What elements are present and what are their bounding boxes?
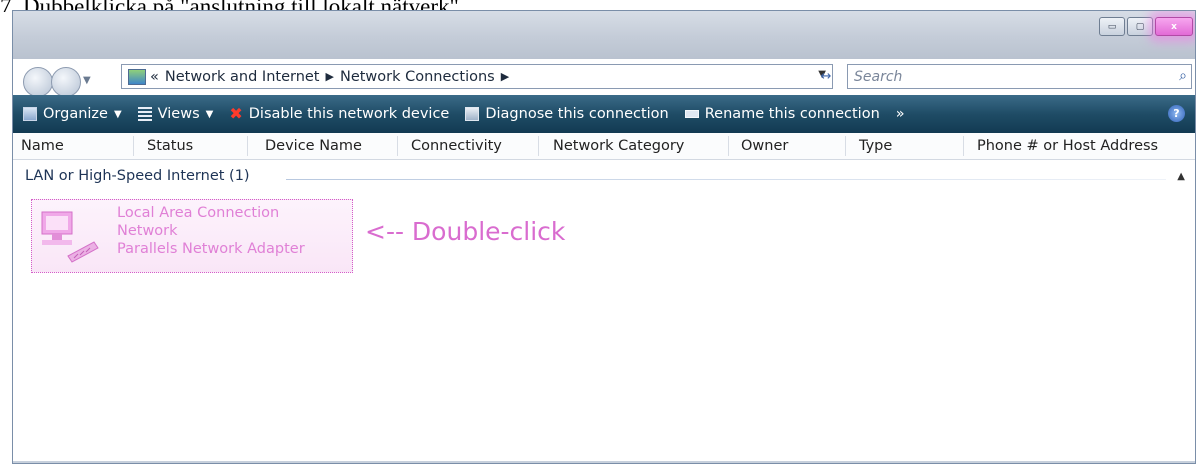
address-bar[interactable]: « Network and Internet ▶ Network Connect…: [121, 64, 833, 89]
local-area-connection-item[interactable]: Local Area Connection Network Parallels …: [31, 199, 353, 273]
connection-device: Parallels Network Adapter: [117, 241, 305, 257]
column-divider[interactable]: [728, 136, 729, 156]
refresh-button[interactable]: ↔: [813, 64, 839, 89]
window-controls: ▭ ▢ x: [1097, 17, 1193, 36]
views-label: Views: [157, 106, 200, 122]
rename-button[interactable]: Rename this connection: [684, 106, 880, 122]
breadcrumb-network-and-internet[interactable]: Network and Internet: [165, 69, 320, 85]
diagnose-label: Diagnose this connection: [485, 106, 669, 122]
search-input[interactable]: Search ⌕: [847, 64, 1192, 89]
network-folder-icon: [128, 68, 146, 85]
double-click-annotation: <-- Double-click: [365, 217, 566, 246]
search-placeholder: Search: [854, 68, 903, 85]
maximize-button[interactable]: ▢: [1127, 17, 1153, 36]
connection-details: Local Area Connection Network Parallels …: [117, 204, 305, 258]
help-icon[interactable]: ?: [1168, 105, 1185, 122]
connection-name: Local Area Connection: [117, 205, 280, 221]
breadcrumb-separator-icon[interactable]: ▶: [501, 70, 509, 83]
views-button[interactable]: Views ▼: [137, 106, 214, 122]
column-header-network-category[interactable]: Network Category: [553, 138, 684, 154]
organize-icon: [23, 107, 37, 121]
command-bar: Organize ▼ Views ▼ ✖ Disable this networ…: [13, 95, 1195, 133]
column-header-type[interactable]: Type: [859, 138, 892, 154]
breadcrumb-separator-icon[interactable]: ▶: [326, 70, 334, 83]
views-icon: [137, 107, 152, 121]
column-divider[interactable]: [397, 136, 398, 156]
column-header-connectivity[interactable]: Connectivity: [411, 138, 502, 154]
chevron-down-icon: ▼: [113, 108, 122, 120]
more-icon: »: [895, 106, 905, 122]
window-bottom-edge: [13, 461, 1195, 463]
address-overflow[interactable]: «: [150, 69, 159, 85]
disable-icon: ✖: [229, 104, 243, 123]
forward-button[interactable]: [51, 67, 81, 97]
title-bar: ▭ ▢ x: [13, 11, 1195, 59]
more-commands-button[interactable]: »: [896, 106, 905, 122]
rename-label: Rename this connection: [704, 106, 880, 122]
column-header-status[interactable]: Status: [147, 138, 193, 154]
column-divider[interactable]: [247, 136, 248, 156]
recent-pages-dropdown[interactable]: ▼: [83, 75, 91, 86]
group-divider: [286, 179, 1166, 180]
diagnose-button[interactable]: Diagnose this connection: [465, 106, 669, 122]
network-adapter-icon: [41, 211, 99, 263]
organize-label: Organize: [43, 106, 108, 122]
minimize-button[interactable]: ▭: [1099, 17, 1125, 36]
column-divider[interactable]: [963, 136, 964, 156]
explorer-window: ▭ ▢ x ▼ « Network and Internet ▶ Network…: [12, 10, 1196, 464]
diagnose-icon: [465, 107, 480, 121]
collapse-group-icon[interactable]: ▲: [1177, 171, 1185, 182]
rename-icon: [684, 110, 699, 118]
breadcrumb-network-connections[interactable]: Network Connections: [340, 69, 495, 85]
disable-label: Disable this network device: [248, 106, 450, 122]
column-divider[interactable]: [845, 136, 846, 156]
search-icon[interactable]: ⌕: [1179, 68, 1187, 84]
column-header-owner[interactable]: Owner: [741, 138, 788, 154]
chevron-down-icon: ▼: [205, 108, 214, 120]
column-header-name[interactable]: Name: [21, 138, 64, 154]
organize-button[interactable]: Organize ▼: [23, 106, 122, 122]
group-header[interactable]: LAN or High-Speed Internet (1): [25, 168, 250, 184]
column-header-device-name[interactable]: Device Name: [265, 138, 362, 154]
column-divider[interactable]: [133, 136, 134, 156]
column-divider[interactable]: [538, 136, 539, 156]
disable-device-button[interactable]: ✖ Disable this network device: [229, 104, 450, 123]
connection-status: Network: [117, 223, 178, 239]
close-button[interactable]: x: [1155, 17, 1193, 36]
back-button[interactable]: [23, 67, 53, 97]
column-headers: Name Status Device Name Connectivity Net…: [13, 133, 1195, 160]
column-header-host-address[interactable]: Phone # or Host Address: [977, 138, 1158, 154]
